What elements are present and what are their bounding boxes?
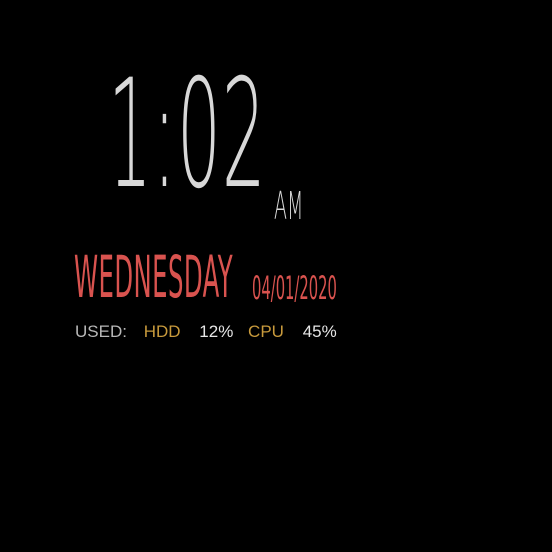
clock-display: 1:02 AM bbox=[108, 40, 308, 230]
clock-meridiem: AM bbox=[274, 184, 304, 228]
cpu-label: CPU bbox=[248, 322, 284, 341]
usage-label: USED: bbox=[75, 322, 127, 341]
clock-widget: 1:02 AM WEDNESDAY 04/01/2020 USED: HDD 1… bbox=[0, 0, 552, 552]
date-row: WEDNESDAY 04/01/2020 bbox=[74, 244, 474, 314]
hdd-value: 12% bbox=[199, 322, 234, 341]
usage-row: USED: HDD 12% CPU 45% bbox=[75, 321, 347, 343]
date-label: 04/01/2020 bbox=[252, 269, 337, 307]
cpu-value: 45% bbox=[302, 322, 337, 341]
clock-time: 1:02 bbox=[108, 48, 267, 222]
hdd-label: HDD bbox=[143, 322, 181, 341]
weekday-label: WEDNESDAY bbox=[74, 243, 234, 311]
